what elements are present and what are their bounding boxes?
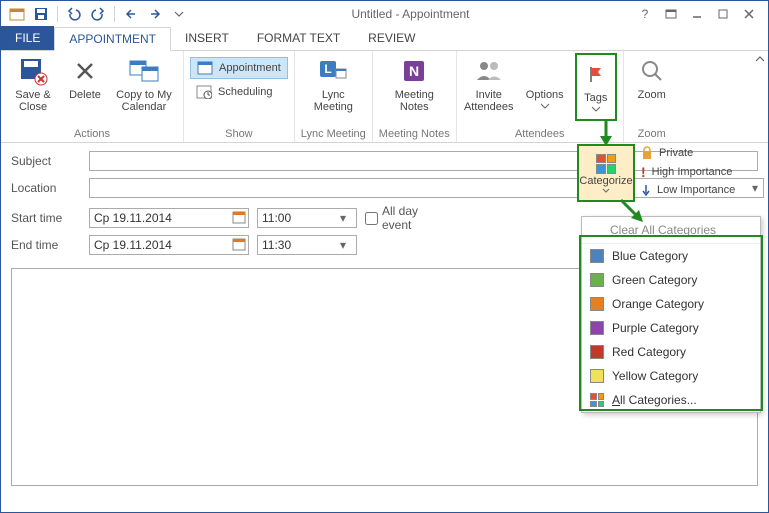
options-icon bbox=[529, 55, 561, 87]
svg-text:L: L bbox=[325, 62, 332, 76]
all-categories-item[interactable]: All Categories... bbox=[582, 388, 760, 412]
group-label-actions: Actions bbox=[74, 128, 110, 142]
lync-icon: L bbox=[317, 55, 349, 87]
private-button[interactable]: Private bbox=[641, 146, 735, 160]
window-title: Untitled - Appointment bbox=[193, 7, 628, 21]
zoom-button[interactable]: Zoom bbox=[630, 53, 674, 121]
group-label-notes: Meeting Notes bbox=[379, 128, 450, 142]
quick-access-toolbar: Untitled - Appointment ? bbox=[1, 1, 768, 27]
save-close-icon bbox=[17, 55, 49, 87]
chevron-down-icon[interactable]: ▾ bbox=[340, 238, 354, 252]
location-label: Location bbox=[11, 181, 81, 195]
chevron-down-icon[interactable]: ▾ bbox=[340, 211, 354, 225]
ribbon: Save & Close Delete Copy to My Calendar … bbox=[1, 51, 768, 143]
categorize-button[interactable]: Categorize bbox=[581, 148, 631, 198]
category-orange[interactable]: Orange Category bbox=[582, 292, 760, 316]
clear-categories-item[interactable]: Clear All Categories bbox=[582, 217, 760, 244]
ribbon-tabs: FILE APPOINTMENT INSERT FORMAT TEXT REVI… bbox=[1, 27, 768, 51]
close-icon[interactable] bbox=[736, 3, 762, 25]
delete-button[interactable]: Delete bbox=[65, 53, 105, 121]
end-label: End time bbox=[11, 238, 81, 252]
redo-icon[interactable] bbox=[88, 4, 108, 24]
group-lync: L Lync Meeting Lync Meeting bbox=[295, 51, 373, 142]
all-categories-icon bbox=[590, 393, 604, 407]
help-icon[interactable]: ? bbox=[632, 3, 658, 25]
chevron-down-icon bbox=[591, 106, 601, 112]
exclamation-icon: ! bbox=[641, 164, 646, 180]
scheduling-icon bbox=[196, 85, 212, 99]
category-blue[interactable]: Blue Category bbox=[582, 244, 760, 268]
invite-attendees-button[interactable]: Invite Attendees bbox=[463, 53, 515, 121]
options-button[interactable]: Options bbox=[521, 53, 569, 121]
group-zoom: Zoom Zoom bbox=[624, 51, 680, 142]
categorize-menu: Clear All Categories Blue Category Green… bbox=[581, 216, 761, 413]
high-importance-button[interactable]: ! High Importance bbox=[641, 164, 735, 180]
group-label-lync: Lync Meeting bbox=[301, 128, 366, 142]
calendar-icon bbox=[197, 61, 213, 75]
delete-icon bbox=[69, 55, 101, 87]
categorize-highlight: Categorize bbox=[577, 144, 635, 202]
category-purple[interactable]: Purple Category bbox=[582, 316, 760, 340]
tab-format-text[interactable]: FORMAT TEXT bbox=[243, 26, 354, 50]
svg-text:N: N bbox=[409, 63, 419, 79]
prev-item-icon[interactable] bbox=[121, 4, 141, 24]
group-actions: Save & Close Delete Copy to My Calendar … bbox=[1, 51, 184, 142]
calendar-picker-icon[interactable] bbox=[232, 210, 246, 224]
category-green[interactable]: Green Category bbox=[582, 268, 760, 292]
group-label-attendees: Attendees bbox=[515, 128, 565, 142]
all-day-checkbox[interactable]: All day event bbox=[365, 204, 435, 232]
collapse-ribbon-icon[interactable] bbox=[754, 53, 766, 65]
next-item-icon[interactable] bbox=[145, 4, 165, 24]
meeting-notes-button[interactable]: N Meeting Notes bbox=[384, 53, 444, 121]
save-icon[interactable] bbox=[31, 4, 51, 24]
tab-file[interactable]: FILE bbox=[1, 26, 54, 50]
annotation-arrow-icon bbox=[598, 118, 618, 148]
category-red[interactable]: Red Category bbox=[582, 340, 760, 364]
start-label: Start time bbox=[11, 211, 81, 225]
app-icon bbox=[7, 4, 27, 24]
low-importance-button[interactable]: Low Importance bbox=[641, 184, 735, 196]
appointment-view-button[interactable]: Appointment bbox=[190, 57, 288, 79]
minimize-icon[interactable] bbox=[684, 3, 710, 25]
categorize-icon bbox=[596, 154, 616, 174]
group-notes: N Meeting Notes Meeting Notes bbox=[373, 51, 457, 142]
ribbon-display-icon[interactable] bbox=[658, 3, 684, 25]
qat-customize-icon[interactable] bbox=[169, 4, 189, 24]
tab-appointment[interactable]: APPOINTMENT bbox=[54, 27, 171, 51]
category-yellow[interactable]: Yellow Category bbox=[582, 364, 760, 388]
group-label-zoom: Zoom bbox=[638, 128, 666, 142]
arrow-down-icon bbox=[641, 184, 651, 196]
copy-calendar-icon bbox=[128, 55, 160, 87]
group-label-show: Show bbox=[225, 128, 253, 142]
tags-panel: Categorize Private ! High Importance Low… bbox=[577, 144, 761, 202]
group-show: Appointment Scheduling Show bbox=[184, 51, 295, 142]
zoom-icon bbox=[636, 55, 668, 87]
chevron-down-icon bbox=[602, 188, 610, 193]
tab-insert[interactable]: INSERT bbox=[171, 26, 243, 50]
calendar-picker-icon[interactable] bbox=[232, 237, 246, 251]
chevron-down-icon bbox=[540, 103, 550, 109]
lock-icon bbox=[641, 146, 653, 160]
start-date-input[interactable] bbox=[89, 208, 249, 228]
scheduling-button[interactable]: Scheduling bbox=[190, 81, 288, 103]
save-close-button[interactable]: Save & Close bbox=[7, 53, 59, 121]
maximize-icon[interactable] bbox=[710, 3, 736, 25]
undo-icon[interactable] bbox=[64, 4, 84, 24]
tags-highlight: Tags bbox=[575, 53, 617, 121]
tags-button[interactable]: Tags bbox=[578, 56, 614, 118]
copy-calendar-button[interactable]: Copy to My Calendar bbox=[111, 53, 177, 121]
attendees-icon bbox=[473, 55, 505, 87]
annotation-arrow-icon bbox=[617, 196, 647, 226]
tab-review[interactable]: REVIEW bbox=[354, 26, 429, 50]
flag-icon bbox=[580, 58, 612, 90]
subject-label: Subject bbox=[11, 154, 81, 168]
lync-meeting-button[interactable]: L Lync Meeting bbox=[307, 53, 359, 121]
end-date-input[interactable] bbox=[89, 235, 249, 255]
onenote-icon: N bbox=[398, 55, 430, 87]
